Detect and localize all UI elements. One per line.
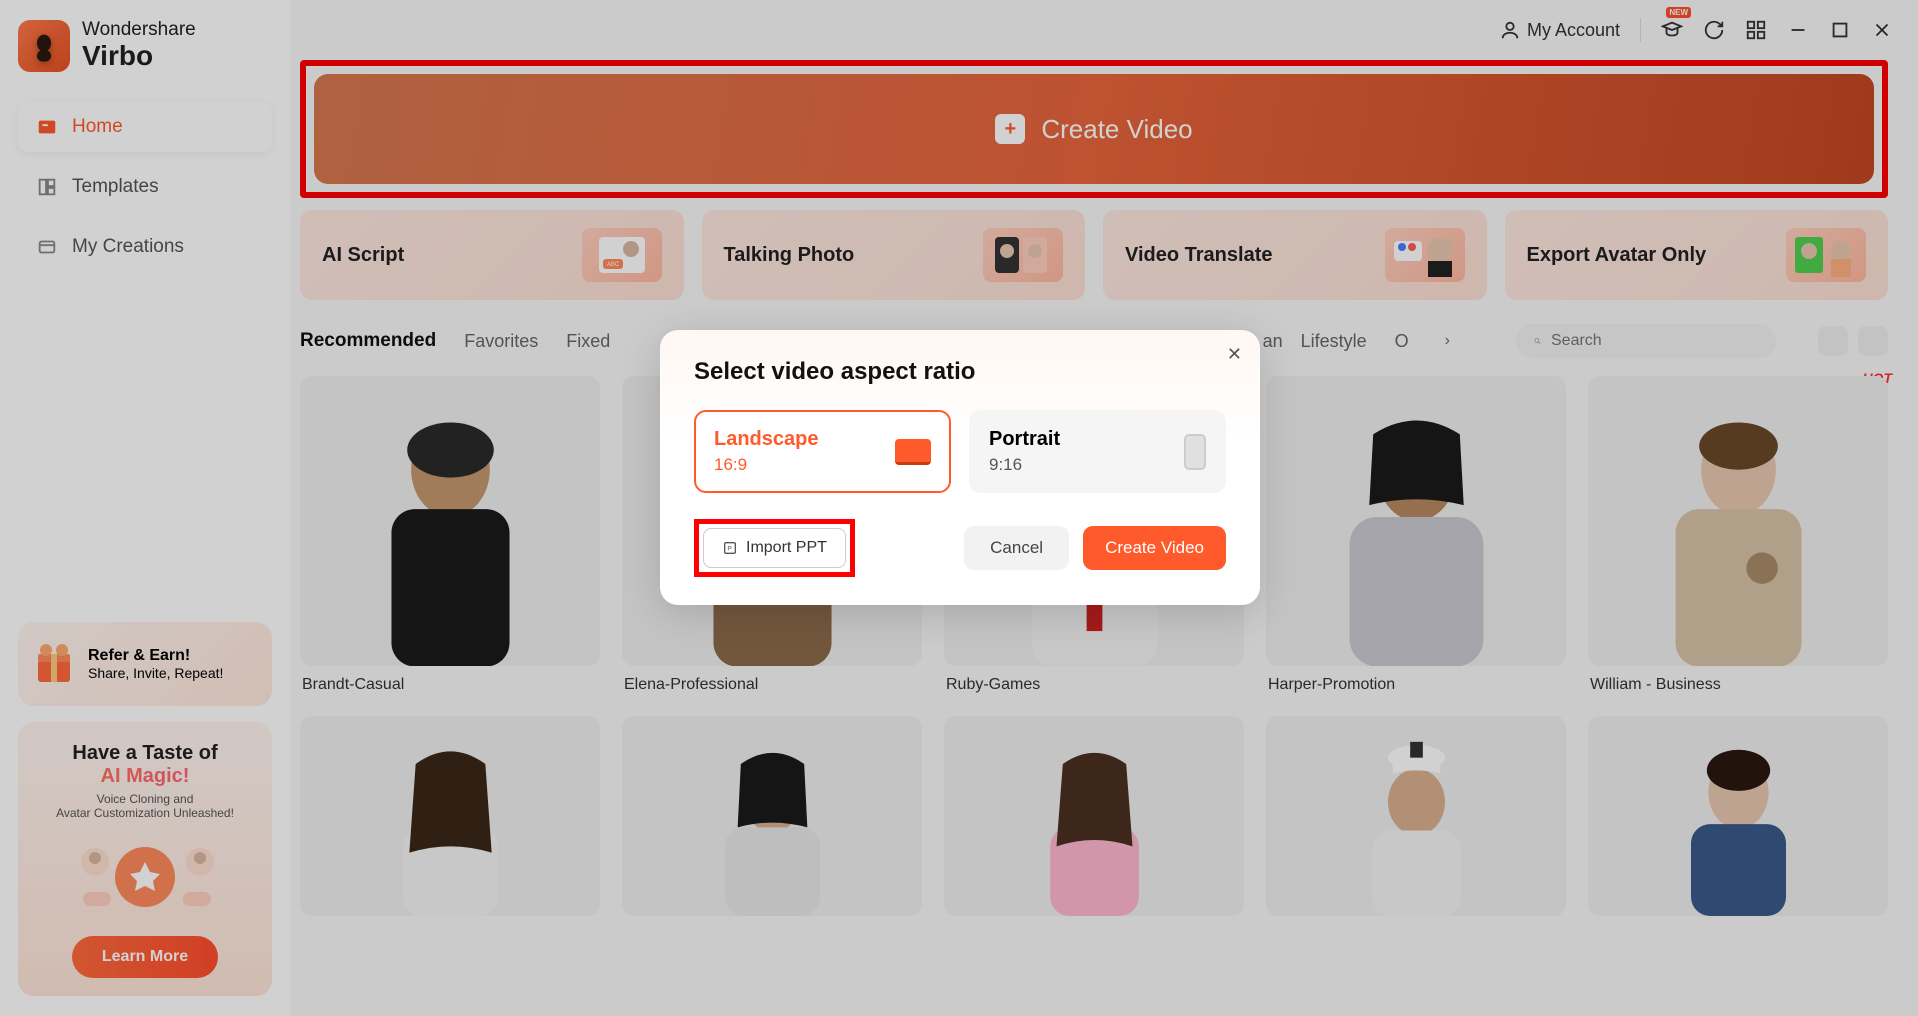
import-ppt-highlight: P Import PPT	[694, 519, 855, 577]
close-icon[interactable]: ✕	[1227, 344, 1242, 365]
portrait-icon	[1184, 434, 1206, 470]
cancel-button[interactable]: Cancel	[964, 526, 1069, 570]
svg-text:P: P	[727, 546, 732, 553]
import-ppt-button[interactable]: P Import PPT	[703, 528, 846, 568]
landscape-icon	[895, 439, 931, 465]
ratio-label: Portrait	[989, 428, 1060, 451]
ppt-icon: P	[722, 540, 738, 556]
aspect-ratio-modal: ✕ Select video aspect ratio Landscape 16…	[660, 330, 1260, 605]
ratio-options: Landscape 16:9 Portrait 9:16	[694, 410, 1226, 493]
ratio-landscape[interactable]: Landscape 16:9	[694, 410, 951, 493]
import-ppt-label: Import PPT	[746, 539, 827, 557]
modal-footer: P Import PPT Cancel Create Video	[694, 519, 1226, 577]
create-video-modal-button[interactable]: Create Video	[1083, 526, 1226, 570]
ratio-portrait[interactable]: Portrait 9:16	[969, 410, 1226, 493]
modal-title: Select video aspect ratio	[694, 358, 1226, 386]
ratio-value: 16:9	[714, 455, 818, 475]
ratio-value: 9:16	[989, 455, 1060, 475]
ratio-label: Landscape	[714, 428, 818, 451]
